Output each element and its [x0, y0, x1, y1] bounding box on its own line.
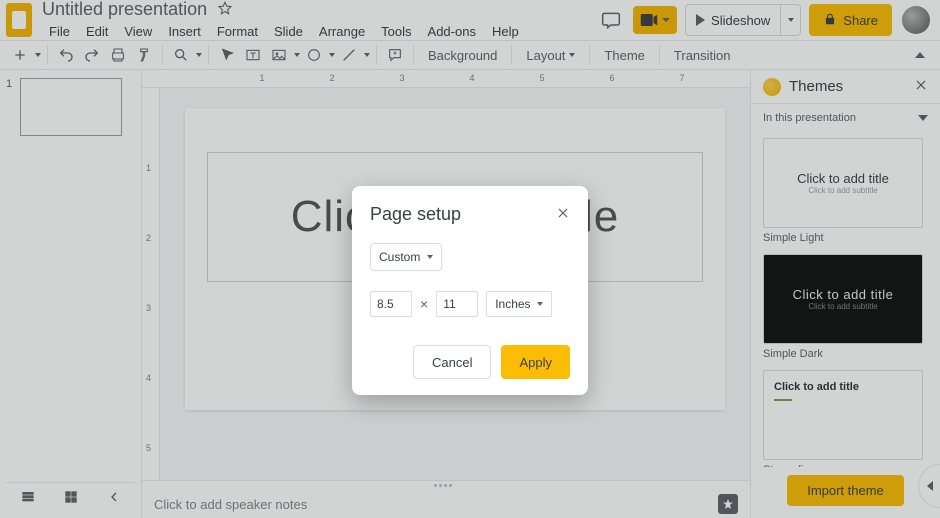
select-value: Custom — [379, 250, 420, 264]
page-size-mode-select[interactable]: Custom — [370, 243, 442, 271]
select-value: Inches — [495, 297, 530, 311]
close-icon[interactable] — [556, 206, 570, 223]
chevron-down-icon — [427, 255, 433, 259]
page-setup-dialog: Page setup Custom × Inches Cancel Apply — [352, 186, 588, 395]
apply-button[interactable]: Apply — [501, 345, 570, 379]
chevron-down-icon — [537, 302, 543, 306]
cancel-button[interactable]: Cancel — [413, 345, 491, 379]
page-width-input[interactable] — [370, 291, 412, 317]
dialog-title: Page setup — [370, 204, 461, 225]
page-height-input[interactable] — [436, 291, 478, 317]
page-unit-select[interactable]: Inches — [486, 291, 551, 317]
app-window: Untitled presentation File Edit View Ins… — [0, 0, 940, 518]
dimension-separator: × — [420, 296, 428, 312]
